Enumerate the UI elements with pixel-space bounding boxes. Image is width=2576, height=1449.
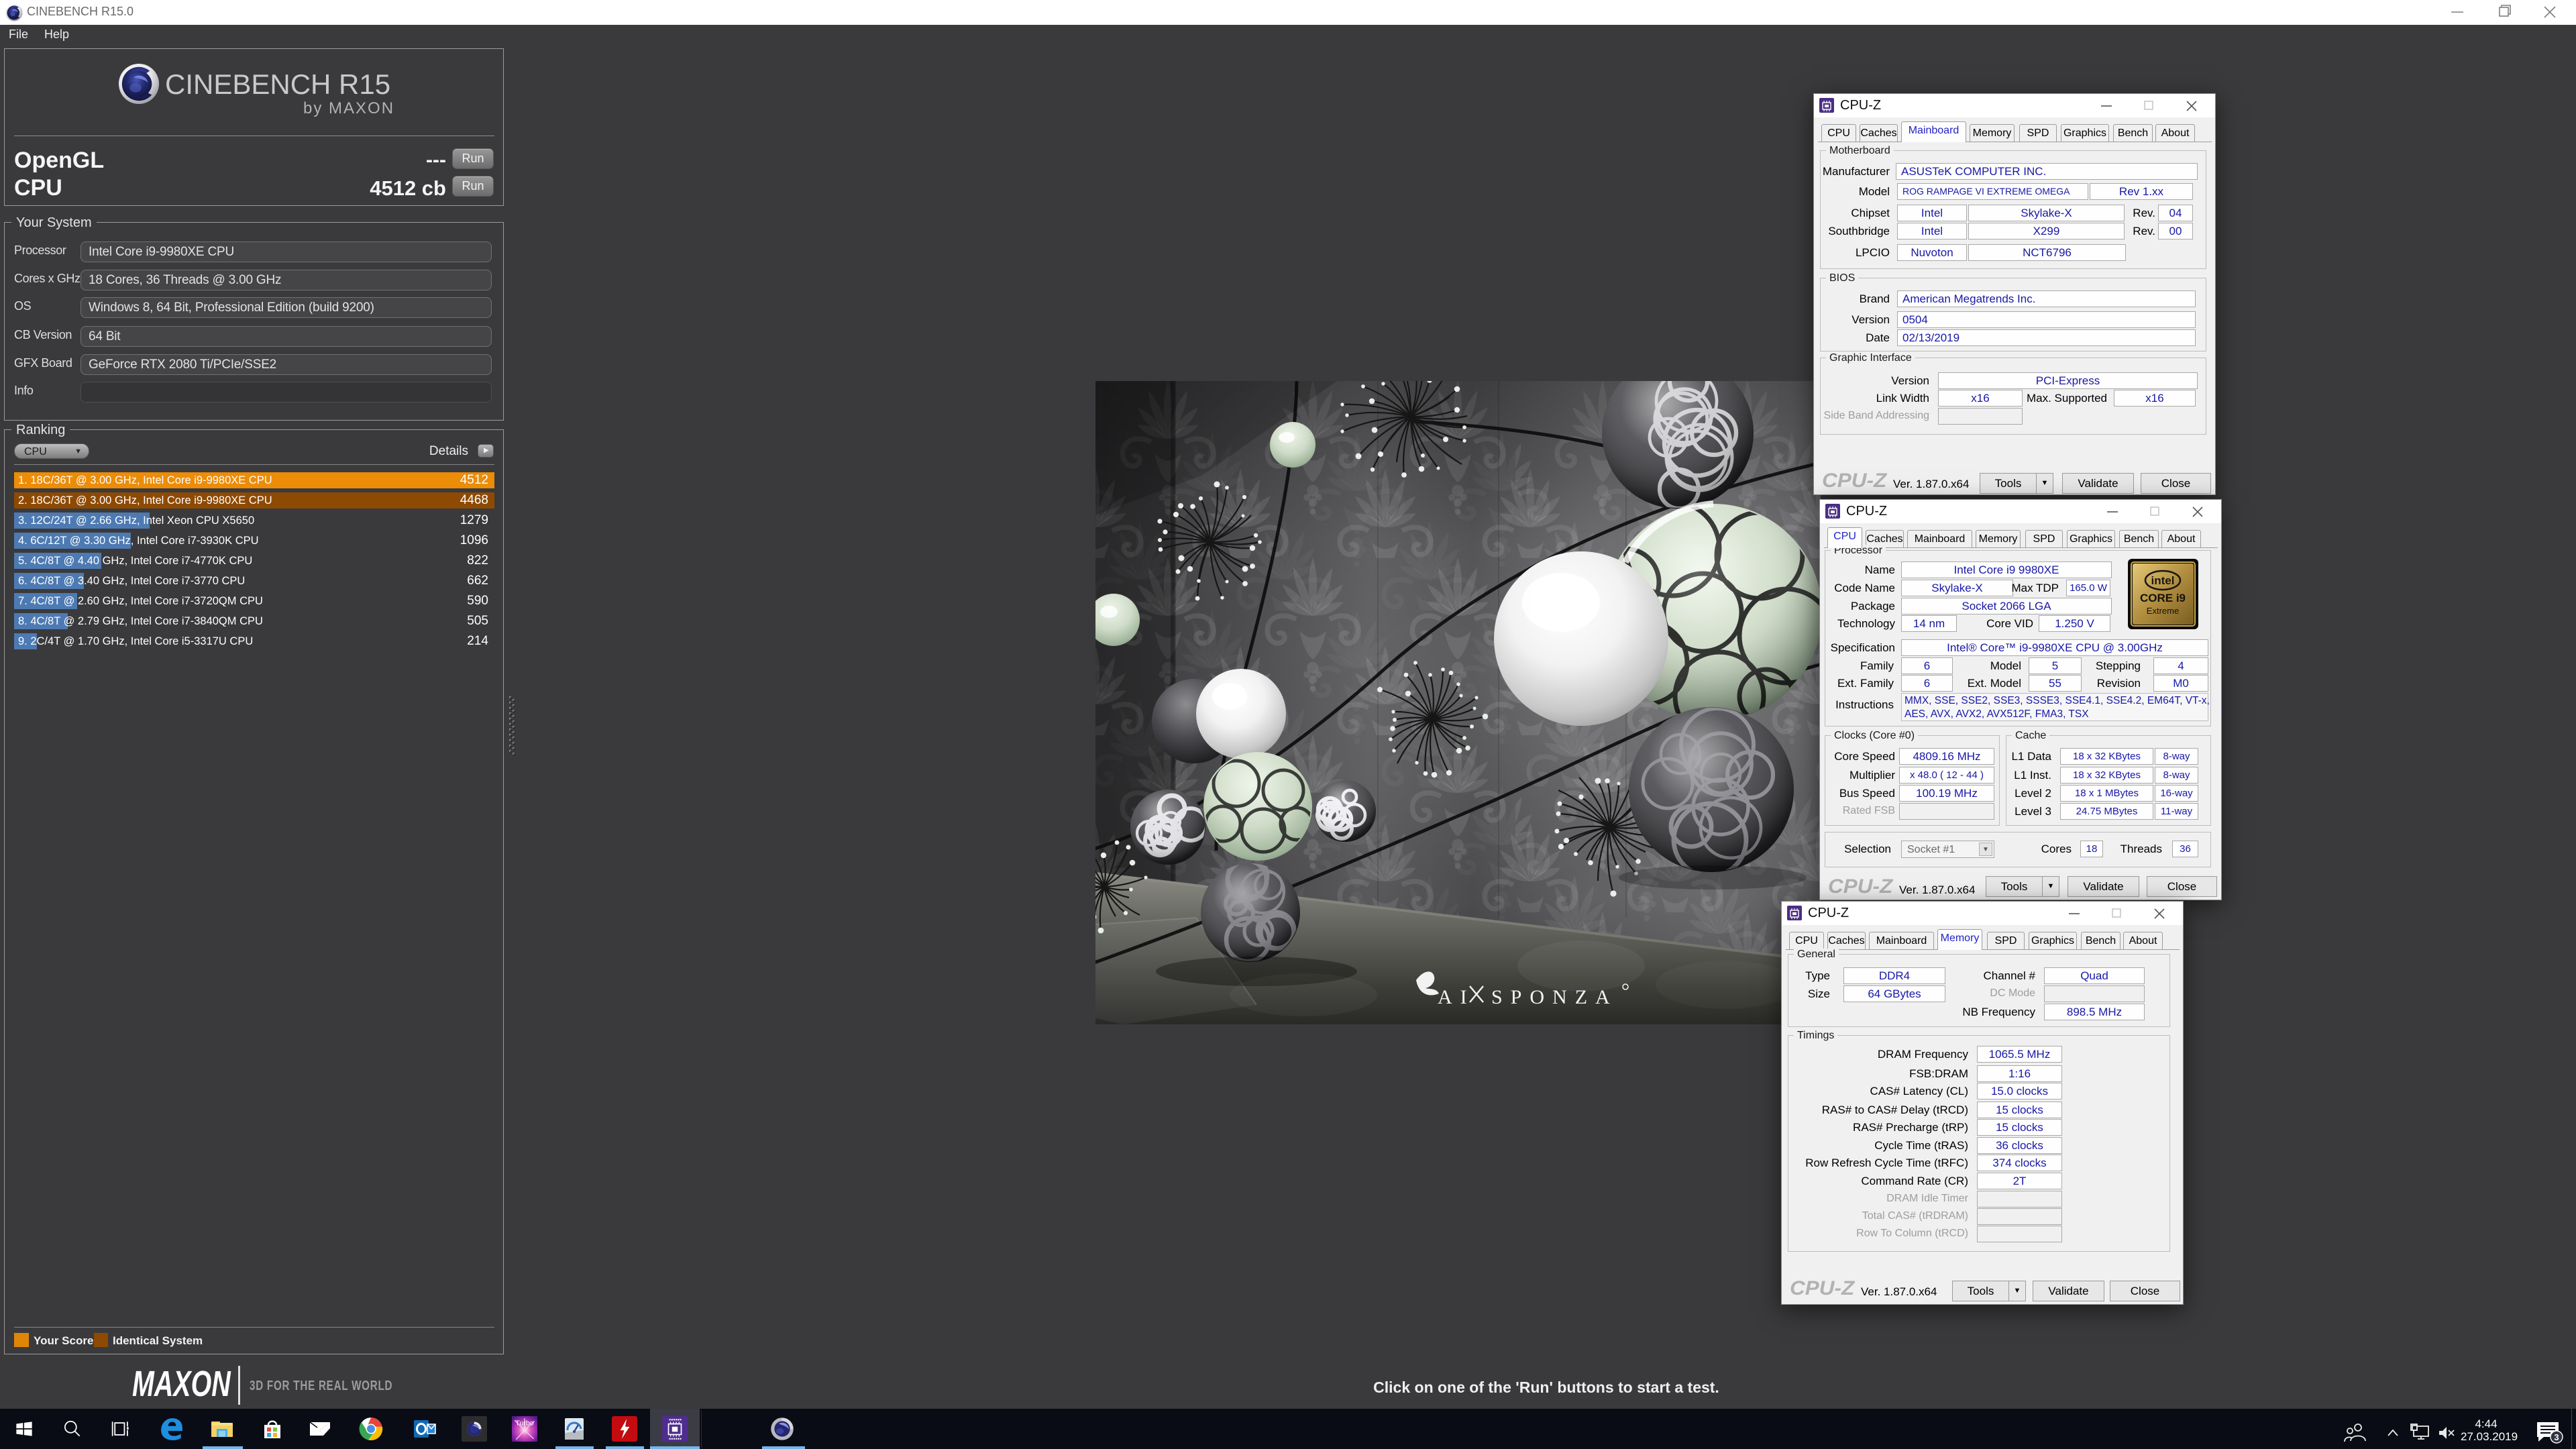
svg-text:AI: AI [1438,986,1475,1008]
svg-text:CORE i9: CORE i9 [2140,592,2186,604]
svg-text:SPONZA: SPONZA [1491,986,1618,1008]
svg-text:intel: intel [2151,574,2175,587]
svg-text:Extreme: Extreme [2147,606,2179,616]
svg-text:Turbo: Turbo [515,1419,533,1428]
svg-text:3: 3 [2554,1432,2559,1442]
